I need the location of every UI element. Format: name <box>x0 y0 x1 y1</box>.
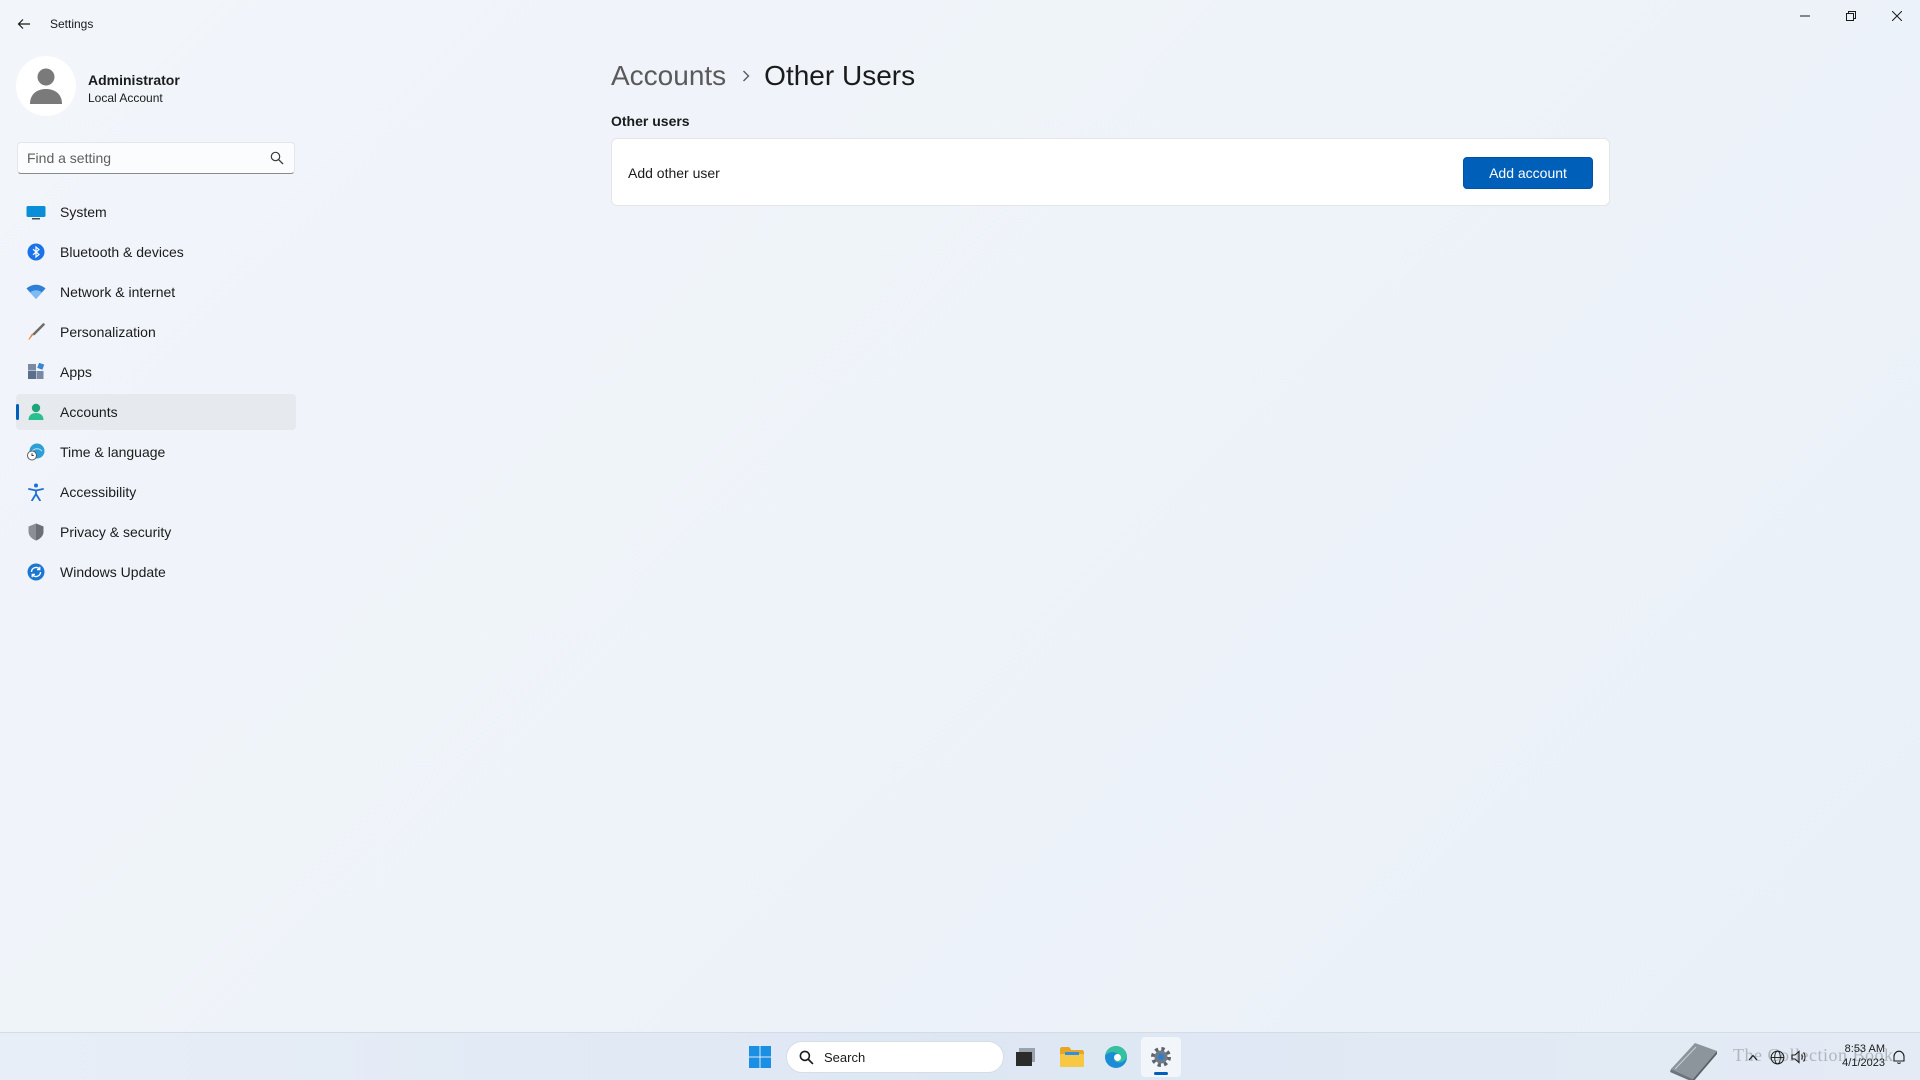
minimize-button[interactable] <box>1782 0 1828 32</box>
app-title: Settings <box>50 17 94 31</box>
profile-name: Administrator <box>88 72 180 88</box>
sidebar-item-label: Windows Update <box>60 564 166 580</box>
notification-icon[interactable] <box>1891 1049 1907 1065</box>
breadcrumb: Accounts Other Users <box>611 56 915 96</box>
breadcrumb-accounts-link[interactable]: Accounts <box>611 60 726 92</box>
speaker-icon[interactable] <box>1791 1049 1807 1065</box>
sidebar-item-label: Accounts <box>60 404 118 420</box>
minimize-icon <box>1800 15 1810 17</box>
sidebar-item-label: Apps <box>60 364 92 380</box>
profile-account-type: Local Account <box>88 91 163 105</box>
folder-icon <box>1060 1047 1084 1067</box>
sidebar-item-network[interactable]: Network & internet <box>16 274 296 310</box>
sidebar-item-label: Time & language <box>60 444 166 460</box>
title-bar: Settings <box>0 0 1920 48</box>
update-icon <box>26 562 46 582</box>
restore-button[interactable] <box>1828 0 1874 32</box>
shield-icon <box>26 522 46 542</box>
section-title-other-users: Other users <box>611 113 690 129</box>
add-other-user-card: Add other user Add account <box>611 138 1610 206</box>
sidebar-item-label: System <box>60 204 107 220</box>
sidebar-item-label: Bluetooth & devices <box>60 244 184 260</box>
person-avatar-icon <box>30 68 62 104</box>
monitor-icon <box>26 202 46 222</box>
user-profile[interactable]: Administrator Local Account <box>16 56 296 118</box>
bluetooth-icon <box>26 242 46 262</box>
close-icon <box>1892 11 1902 21</box>
sidebar-item-label: Network & internet <box>60 284 176 300</box>
settings-app-button[interactable] <box>1141 1037 1181 1077</box>
sidebar-nav: System Bluetooth & devices Network & int… <box>16 194 296 594</box>
gear-icon <box>1151 1047 1171 1067</box>
taskbar-search[interactable]: Search <box>786 1041 1004 1073</box>
sidebar-item-label: Personalization <box>60 324 156 340</box>
windows-logo-icon <box>749 1046 771 1068</box>
task-view-icon <box>1016 1048 1035 1066</box>
sidebar-item-system[interactable]: System <box>16 194 296 230</box>
settings-window: Settings Administrator Local Account Fin… <box>0 0 1920 1032</box>
settings-search-input[interactable] <box>18 143 258 173</box>
add-account-button[interactable]: Add account <box>1463 157 1593 189</box>
sidebar-item-accessibility[interactable]: Accessibility <box>16 474 296 510</box>
add-other-user-label: Add other user <box>628 165 720 181</box>
chevron-up-icon[interactable] <box>1745 1049 1761 1065</box>
page-title: Other Users <box>764 60 916 91</box>
sidebar-item-label: Privacy & security <box>60 524 172 540</box>
file-explorer-button[interactable] <box>1052 1037 1092 1077</box>
taskbar-search-label: Search <box>824 1049 866 1065</box>
sidebar-item-personalization[interactable]: Personalization <box>16 314 296 350</box>
wifi-icon <box>26 282 46 302</box>
close-button[interactable] <box>1874 0 1920 32</box>
system-tray: The Collection Book 8:53 AM 4/1/2023 <box>1665 1033 1920 1080</box>
globe-clock-icon <box>26 442 46 462</box>
sidebar-item-bluetooth[interactable]: Bluetooth & devices <box>16 234 296 270</box>
search-icon[interactable] <box>270 151 284 165</box>
start-button[interactable] <box>740 1037 780 1077</box>
sidebar-item-time-language[interactable]: Time & language <box>16 434 296 470</box>
apps-icon <box>26 362 46 382</box>
sidebar-item-label: Accessibility <box>60 484 137 500</box>
network-globe-icon[interactable] <box>1769 1049 1785 1065</box>
taskbar-clock[interactable]: 8:53 AM 4/1/2023 <box>1823 1042 1885 1070</box>
search-icon <box>799 1050 814 1065</box>
back-arrow-icon <box>17 19 30 29</box>
brush-icon <box>26 322 46 342</box>
back-button[interactable] <box>10 10 38 38</box>
sidebar-item-apps[interactable]: Apps <box>16 354 296 390</box>
sidebar-item-accounts[interactable]: Accounts <box>16 394 296 430</box>
avatar <box>16 56 76 116</box>
edge-browser-button[interactable] <box>1096 1037 1136 1077</box>
clock-time: 8:53 AM <box>1844 1043 1885 1055</box>
chevron-right-icon <box>742 70 750 82</box>
sidebar-item-privacy-security[interactable]: Privacy & security <box>16 514 296 550</box>
accessibility-icon <box>26 482 46 502</box>
sidebar-item-windows-update[interactable]: Windows Update <box>16 554 296 590</box>
settings-search-box[interactable] <box>17 142 295 174</box>
book-watermark-icon <box>1670 1043 1717 1080</box>
task-view-button[interactable] <box>1006 1037 1046 1077</box>
clock-date: 4/1/2023 <box>1842 1057 1885 1069</box>
restore-icon <box>1846 11 1856 21</box>
taskbar: Search The Collection Book 8:53 AM 4/1/2… <box>0 1032 1920 1080</box>
person-icon <box>26 402 46 422</box>
edge-browser-icon <box>1105 1046 1127 1068</box>
